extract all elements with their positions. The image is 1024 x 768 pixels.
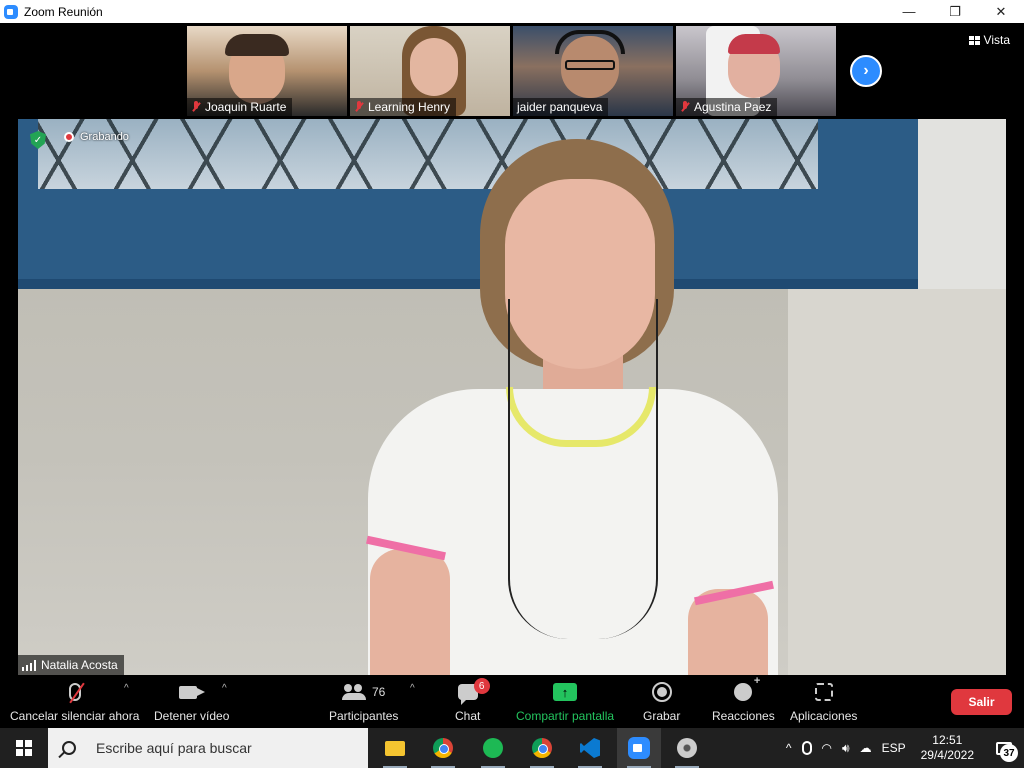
taskbar-app-zoom[interactable] (617, 728, 661, 768)
speaker-name: Natalia Acosta (41, 658, 118, 672)
participants-button[interactable]: 76 Participantes (329, 679, 398, 723)
active-speaker-video[interactable]: ✓ Grabando Natalia Acosta (18, 119, 1006, 675)
system-tray: ^ ◠ 🔊︎ ☁ ESP 12:51 29/4/2022 37 (781, 728, 1024, 768)
stop-video-button[interactable]: Detener vídeo (154, 679, 229, 723)
record-label: Grabar (643, 709, 681, 723)
participants-count: 76 (372, 685, 386, 699)
vscode-icon (580, 738, 600, 758)
participants-options-chevron-icon[interactable]: ^ (410, 683, 415, 694)
window-title: Zoom Reunión (24, 4, 103, 19)
audio-options-chevron-icon[interactable]: ^ (124, 683, 129, 694)
reactions-label: Reacciones (712, 709, 775, 723)
earphones (508, 299, 658, 639)
notification-center-button[interactable]: 37 (984, 728, 1024, 768)
taskbar-app-media-player[interactable] (665, 728, 709, 768)
reactions-button[interactable]: Reacciones (712, 675, 775, 723)
record-button[interactable]: Grabar (643, 679, 680, 723)
maximize-button[interactable]: ❐ (932, 0, 978, 23)
view-button[interactable]: Vista (968, 33, 1010, 47)
taskbar-app-chrome[interactable] (421, 728, 465, 768)
leave-meeting-button[interactable]: Salir (951, 689, 1012, 715)
grid-view-icon (968, 35, 980, 45)
apps-icon (814, 683, 833, 701)
zoom-icon (628, 737, 650, 759)
share-screen-label: Compartir pantalla (516, 709, 615, 723)
start-button[interactable] (0, 728, 48, 768)
recording-dot-icon (64, 132, 74, 142)
microphone-in-use-icon[interactable] (797, 728, 817, 768)
close-button[interactable]: ✕ (978, 0, 1024, 23)
media-disc-icon (677, 738, 697, 758)
clock-time: 12:51 (932, 733, 963, 747)
windows-taskbar: Escribe aquí para buscar ^ ◠ 🔊︎ ☁ ESP 12… (0, 728, 1024, 768)
input-language[interactable]: ESP (877, 728, 911, 768)
video-camera-icon (178, 685, 205, 699)
participant-name: Learning Henry (368, 100, 451, 114)
wifi-icon[interactable]: ◠ (817, 728, 837, 768)
recording-label: Grabando (80, 131, 129, 143)
speaker-name-tag: Natalia Acosta (18, 655, 124, 675)
meeting-controls-toolbar: Cancelar silenciar ahora ^ Detener vídeo… (0, 675, 1024, 728)
taskbar-search-box[interactable]: Escribe aquí para buscar (48, 728, 368, 768)
chat-bubble-icon: 6 (457, 678, 490, 705)
participant-name-tag: Joaquin Ruarte (187, 98, 293, 116)
video-options-chevron-icon[interactable]: ^ (222, 683, 227, 694)
reactions-smiley-icon (734, 675, 760, 701)
muted-mic-icon (68, 683, 81, 701)
minimize-button[interactable]: — (886, 0, 932, 23)
muted-mic-icon (680, 101, 690, 113)
volume-icon[interactable]: 🔊︎ (837, 728, 855, 768)
chrome-icon (433, 738, 453, 758)
view-label: Vista (983, 33, 1010, 47)
taskbar-app-chrome-profile[interactable] (520, 728, 564, 768)
participant-name: jaider panqueva (517, 100, 603, 114)
taskbar-app-spotify[interactable] (471, 728, 515, 768)
taskbar-clock[interactable]: 12:51 29/4/2022 (911, 733, 984, 763)
spotify-icon (483, 738, 503, 758)
participant-strip: Joaquin Ruarte Learning Henry jaider pan… (0, 23, 1024, 119)
participant-tile[interactable]: Joaquin Ruarte (187, 26, 347, 116)
recording-indicator[interactable]: Grabando (64, 131, 129, 143)
chrome-profile-icon (532, 738, 552, 758)
folder-icon (385, 740, 405, 756)
participant-name-tag: Agustina Paez (676, 98, 778, 116)
apps-button[interactable]: Aplicaciones (790, 679, 857, 723)
share-screen-button[interactable]: ↑ Compartir pantalla (516, 679, 614, 723)
next-page-arrow-icon[interactable]: › (850, 55, 882, 87)
stop-video-label: Detener vídeo (154, 709, 230, 723)
chat-label: Chat (455, 709, 481, 723)
search-icon (62, 741, 76, 755)
participant-name: Joaquin Ruarte (205, 100, 287, 114)
taskbar-app-file-explorer[interactable] (373, 728, 417, 768)
participant-name-tag: Learning Henry (350, 98, 457, 116)
search-placeholder: Escribe aquí para buscar (96, 740, 252, 756)
unmute-label: Cancelar silenciar ahora (10, 709, 140, 723)
record-icon (651, 682, 672, 702)
muted-mic-icon (191, 101, 201, 113)
participant-name: Agustina Paez (694, 100, 772, 114)
muted-mic-icon (354, 101, 364, 113)
connection-signal-icon (22, 659, 36, 671)
clock-date: 29/4/2022 (920, 748, 974, 762)
window-titlebar: Zoom Reunión — ❐ ✕ (0, 0, 1024, 23)
share-screen-icon: ↑ (553, 683, 578, 701)
participant-name-tag: jaider panqueva (513, 98, 609, 116)
zoom-app-icon (4, 4, 18, 19)
participant-tile[interactable]: Agustina Paez (676, 26, 836, 116)
taskbar-app-vscode[interactable] (568, 728, 612, 768)
unmute-button[interactable]: Cancelar silenciar ahora (10, 679, 139, 723)
participants-icon (342, 684, 366, 700)
windows-logo-icon (16, 740, 32, 756)
chat-button[interactable]: 6 Chat (455, 678, 490, 723)
onedrive-cloud-icon[interactable]: ☁ (855, 728, 877, 768)
apps-label: Aplicaciones (790, 709, 858, 723)
participant-tile[interactable]: jaider panqueva (513, 26, 673, 116)
notification-count-badge: 37 (1000, 744, 1018, 762)
participants-label: Participantes (329, 709, 399, 723)
show-hidden-icons-chevron-icon[interactable]: ^ (781, 728, 797, 768)
chat-unread-badge: 6 (473, 678, 490, 694)
participant-tile[interactable]: Learning Henry (350, 26, 510, 116)
